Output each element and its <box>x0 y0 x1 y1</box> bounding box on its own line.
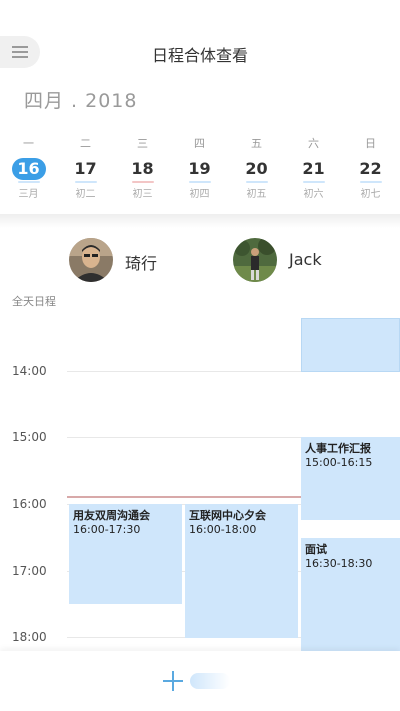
button-highlight <box>190 673 230 689</box>
day-tuesday[interactable]: 二 17 初二 <box>57 136 114 200</box>
month-label[interactable]: 四月 . 2018 <box>24 86 137 113</box>
avatar <box>69 238 113 282</box>
lunar-date: 初二 <box>75 189 96 200</box>
week-strip: 一 16 三月 二 17 初二 三 18 初三 四 19 初四 五 20 初五 … <box>0 136 400 212</box>
day-thursday[interactable]: 四 19 初四 <box>171 136 228 200</box>
page-title: 日程合体查看 <box>151 46 248 65</box>
event-time: 16:30-18:30 <box>305 557 373 570</box>
lunar-date: 初五 <box>246 189 267 200</box>
lunar-date: 三月 <box>18 189 39 200</box>
lunar-date: 初七 <box>360 189 381 200</box>
day-mark <box>302 181 325 183</box>
day-mark <box>131 181 154 183</box>
day-mark <box>359 181 382 183</box>
weekday-label: 一 <box>23 137 34 150</box>
day-saturday[interactable]: 六 21 初六 <box>285 136 342 200</box>
people-row: 琦行 Jack <box>0 228 400 292</box>
day-mark <box>17 181 40 183</box>
event-time: 16:00-18:00 <box>189 523 257 536</box>
day-mark <box>74 181 97 183</box>
event-hr-report[interactable]: 人事工作汇报 15:00-16:15 <box>301 437 400 520</box>
hour-label: 15:00 <box>12 430 47 444</box>
bottom-bar <box>0 651 400 711</box>
day-number: 16 <box>11 158 46 180</box>
event-interview[interactable]: 面试 16:30-18:30 <box>301 538 400 651</box>
event-title: 互联网中心夕会 <box>189 509 266 522</box>
day-number: 18 <box>131 159 154 178</box>
weekday-label: 三 <box>137 137 148 150</box>
day-mark <box>245 181 268 183</box>
event-time: 15:00-16:15 <box>305 456 373 469</box>
lunar-date: 初六 <box>303 189 324 200</box>
day-number: 17 <box>74 159 97 178</box>
day-number: 20 <box>245 159 268 178</box>
event-title: 面试 <box>305 543 327 556</box>
event-title: 人事工作汇报 <box>305 442 371 455</box>
app-header: 日程合体查看 <box>0 0 400 80</box>
weekday-label: 五 <box>251 137 262 150</box>
hour-label: 18:00 <box>12 630 47 644</box>
day-number: 19 <box>188 159 211 178</box>
day-number: 22 <box>359 159 382 178</box>
add-event-button[interactable] <box>160 668 186 694</box>
event-yonyou-meeting[interactable]: 用友双周沟通会 16:00-17:30 <box>69 504 182 604</box>
event-title: 用友双周沟通会 <box>73 509 150 522</box>
event-internet-center-meeting[interactable]: 互联网中心夕会 16:00-18:00 <box>185 504 298 638</box>
weekday-label: 日 <box>365 137 376 150</box>
hour-label: 16:00 <box>12 497 47 511</box>
day-wednesday[interactable]: 三 18 初三 <box>114 136 171 200</box>
weekday-label: 二 <box>80 137 91 150</box>
plus-icon-stroke <box>172 671 174 691</box>
hour-label: 14:00 <box>12 364 47 378</box>
section-divider <box>0 214 400 228</box>
hour-label: 17:00 <box>12 564 47 578</box>
schedule-timeline[interactable]: 14:00 15:00 16:00 17:00 18:00 人事工作汇报 15:… <box>0 305 400 651</box>
day-friday[interactable]: 五 20 初五 <box>228 136 285 200</box>
day-number: 21 <box>302 159 325 178</box>
person-name: Jack <box>289 250 322 269</box>
weekday-label: 四 <box>194 137 205 150</box>
weekday-label: 六 <box>308 137 319 150</box>
day-monday[interactable]: 一 16 三月 <box>0 136 57 200</box>
avatar <box>233 238 277 282</box>
event-block-earlier[interactable] <box>301 318 400 372</box>
person-name: 琦行 <box>125 254 158 273</box>
event-time: 16:00-17:30 <box>73 523 141 536</box>
day-mark <box>188 181 211 183</box>
lunar-date: 初四 <box>189 189 210 200</box>
lunar-date: 初三 <box>132 189 153 200</box>
day-sunday[interactable]: 日 22 初七 <box>342 136 399 200</box>
